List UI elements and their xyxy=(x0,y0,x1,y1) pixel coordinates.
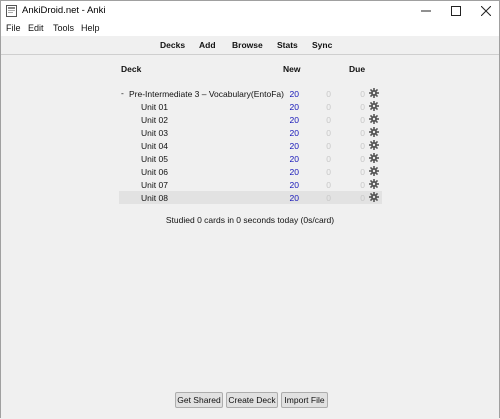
deck-name[interactable]: Unit 08 xyxy=(141,193,168,203)
menu-tools[interactable]: Tools xyxy=(53,23,74,33)
menu-bar: File Edit Tools Help xyxy=(1,21,499,36)
deck-row-parent[interactable]: - Pre-Intermediate 3 – Vocabulary(EntoFa… xyxy=(119,87,382,100)
gear-icon[interactable] xyxy=(369,101,379,111)
deck-name[interactable]: Unit 03 xyxy=(141,128,168,138)
new-count: 20 xyxy=(289,180,299,190)
new-count: 20 xyxy=(289,102,299,112)
deck-row-unit03[interactable]: Unit 03 20 0 0 xyxy=(119,126,382,139)
due-count: 0 xyxy=(360,128,365,138)
deck-row-unit08[interactable]: Unit 08 20 0 0 xyxy=(119,191,382,204)
learn-count: 0 xyxy=(326,115,331,125)
create-deck-button[interactable]: Create Deck xyxy=(226,392,278,408)
due-count: 0 xyxy=(360,154,365,164)
anki-window: AnkiDroid.net - Anki File Edit Tools Hel… xyxy=(0,0,500,419)
learn-count: 0 xyxy=(326,167,331,177)
studied-summary: Studied 0 cards in 0 seconds today (0s/c… xyxy=(165,215,335,225)
deck-row-unit02[interactable]: Unit 02 20 0 0 xyxy=(119,113,382,126)
deck-name[interactable]: Unit 07 xyxy=(141,180,168,190)
menu-file[interactable]: File xyxy=(6,23,21,33)
due-count: 0 xyxy=(360,141,365,151)
gear-icon[interactable] xyxy=(369,127,379,137)
learn-count: 0 xyxy=(326,193,331,203)
gear-icon[interactable] xyxy=(369,192,379,202)
deck-name[interactable]: Unit 05 xyxy=(141,154,168,164)
new-count: 20 xyxy=(289,154,299,164)
menu-help[interactable]: Help xyxy=(81,23,100,33)
toolbar-decks[interactable]: Decks xyxy=(160,40,185,50)
new-count: 20 xyxy=(289,115,299,125)
due-count: 0 xyxy=(360,193,365,203)
toolbar-browse[interactable]: Browse xyxy=(232,40,263,50)
window-title: AnkiDroid.net - Anki xyxy=(22,5,106,16)
new-count: 20 xyxy=(289,193,299,203)
deck-row-unit04[interactable]: Unit 04 20 0 0 xyxy=(119,139,382,152)
learn-count: 0 xyxy=(326,180,331,190)
deck-name[interactable]: Unit 04 xyxy=(141,141,168,151)
new-count: 20 xyxy=(289,141,299,151)
gear-icon[interactable] xyxy=(369,153,379,163)
learn-count: 0 xyxy=(326,141,331,151)
gear-icon[interactable] xyxy=(369,166,379,176)
minimize-button[interactable] xyxy=(411,1,441,21)
close-icon xyxy=(481,6,491,16)
gear-icon[interactable] xyxy=(369,88,379,98)
learn-count: 0 xyxy=(326,154,331,164)
due-count: 0 xyxy=(360,89,365,99)
main-toolbar: Decks Add Browse Stats Sync xyxy=(1,36,499,55)
maximize-button[interactable] xyxy=(441,1,471,21)
menu-edit[interactable]: Edit xyxy=(28,23,44,33)
close-button[interactable] xyxy=(471,1,500,21)
deck-name[interactable]: Unit 06 xyxy=(141,167,168,177)
gear-icon[interactable] xyxy=(369,179,379,189)
deck-browser: Deck New Due - Pre-Intermediate 3 – Voca… xyxy=(1,55,499,419)
deck-name[interactable]: Unit 02 xyxy=(141,115,168,125)
collapse-toggle[interactable]: - xyxy=(121,88,124,98)
due-count: 0 xyxy=(360,115,365,125)
learn-count: 0 xyxy=(326,89,331,99)
minimize-icon xyxy=(421,10,431,12)
toolbar-sync[interactable]: Sync xyxy=(312,40,332,50)
deck-row-unit06[interactable]: Unit 06 20 0 0 xyxy=(119,165,382,178)
learn-count: 0 xyxy=(326,128,331,138)
due-count: 0 xyxy=(360,167,365,177)
due-count: 0 xyxy=(360,180,365,190)
new-count: 20 xyxy=(289,128,299,138)
new-count: 20 xyxy=(289,167,299,177)
new-count: 20 xyxy=(289,89,299,99)
get-shared-button[interactable]: Get Shared xyxy=(175,392,223,408)
title-bar: AnkiDroid.net - Anki xyxy=(1,1,499,21)
deck-row-unit07[interactable]: Unit 07 20 0 0 xyxy=(119,178,382,191)
learn-count: 0 xyxy=(326,102,331,112)
gear-icon[interactable] xyxy=(369,114,379,124)
deck-row-unit05[interactable]: Unit 05 20 0 0 xyxy=(119,152,382,165)
anki-app-icon xyxy=(6,5,17,17)
deck-name[interactable]: Unit 01 xyxy=(141,102,168,112)
maximize-icon xyxy=(451,6,461,16)
toolbar-stats[interactable]: Stats xyxy=(277,40,298,50)
deck-row-unit01[interactable]: Unit 01 20 0 0 xyxy=(119,100,382,113)
gear-icon[interactable] xyxy=(369,140,379,150)
toolbar-add[interactable]: Add xyxy=(199,40,216,50)
due-count: 0 xyxy=(360,102,365,112)
import-file-button[interactable]: Import File xyxy=(281,392,328,408)
column-header-new: New xyxy=(283,64,301,74)
column-header-due: Due xyxy=(349,64,366,74)
column-header-deck: Deck xyxy=(121,64,142,74)
deck-name[interactable]: Pre-Intermediate 3 – Vocabulary(EntoFa) xyxy=(129,89,284,99)
